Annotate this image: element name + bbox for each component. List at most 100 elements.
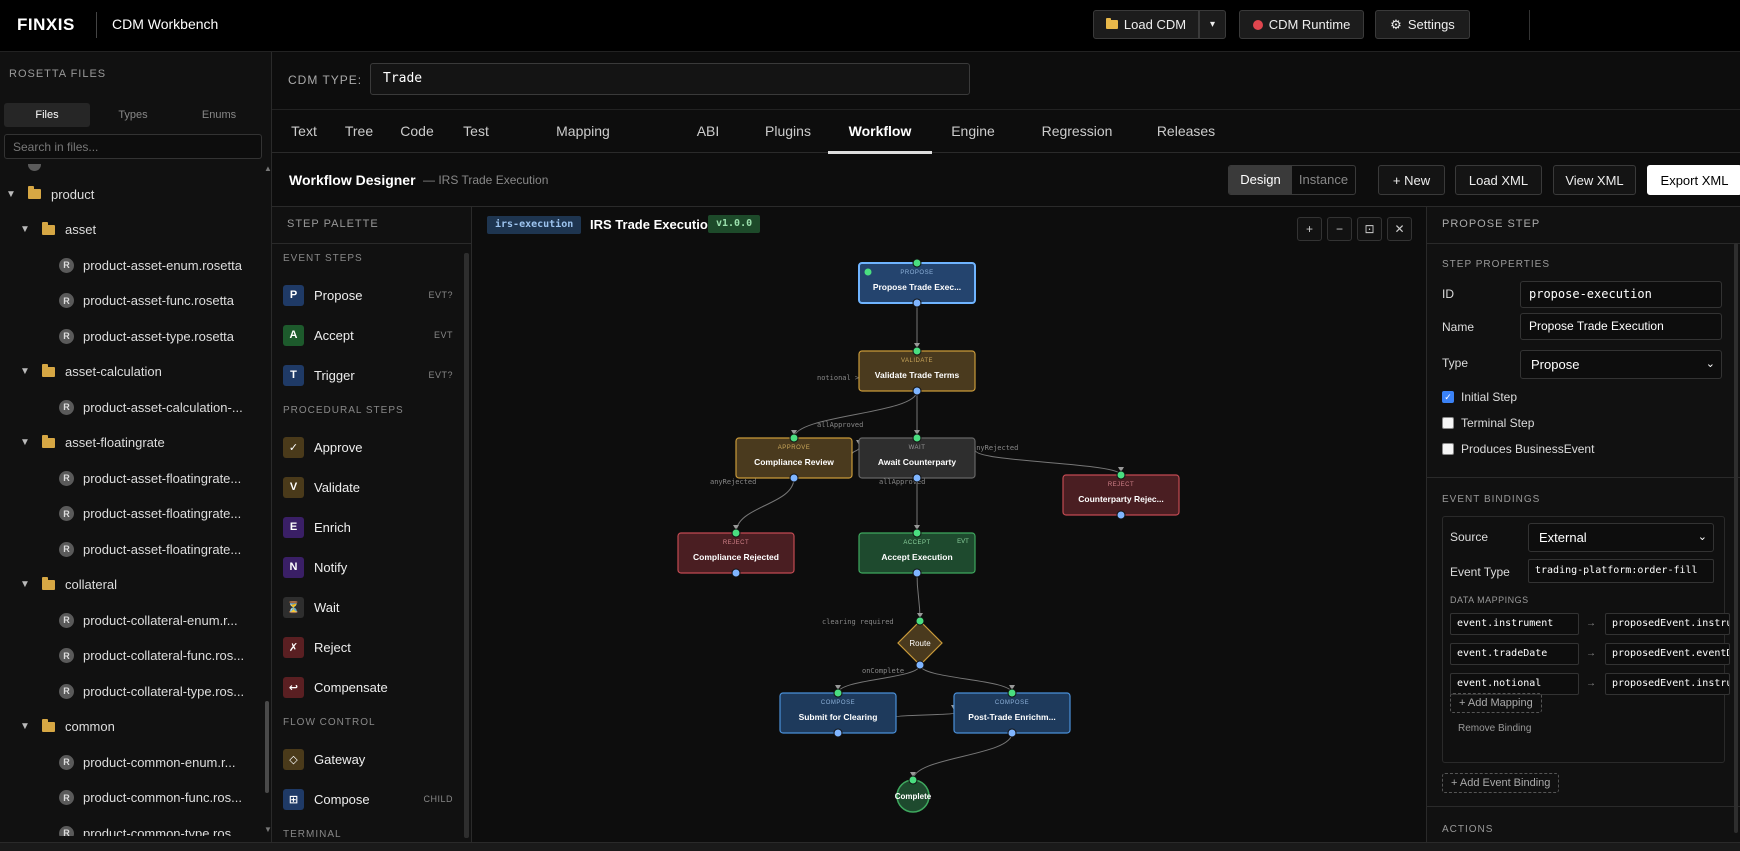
tree-file[interactable]: Rproduct-asset-func.rosetta	[59, 287, 234, 315]
terminal-step-checkbox[interactable]: Terminal Step	[1442, 415, 1534, 431]
tree-file[interactable]: Rproduct-collateral-func.ros...	[59, 642, 244, 670]
output-port[interactable]	[915, 660, 925, 670]
tree-file[interactable]: Rproduct-asset-calculation-...	[59, 393, 243, 421]
output-port[interactable]	[731, 568, 741, 578]
event-type-input[interactable]: trading-platform:order-fill	[1528, 559, 1714, 583]
workflow-canvas[interactable]: irs-execution IRS Trade Execution v1.0.0…	[472, 207, 1426, 842]
workflow-node-reject-cp[interactable]: REJECT Counterparty Rejec...	[1062, 470, 1180, 520]
workflow-node-route[interactable]: Route	[897, 616, 943, 670]
input-port[interactable]	[912, 346, 922, 356]
workflow-graph[interactable]: notional > 10000000allApprovedanyRejecte…	[472, 207, 1426, 842]
load-xml-button[interactable]: Load XML	[1455, 165, 1542, 195]
sidebar-tab-types[interactable]: Types	[90, 103, 176, 127]
workflow-node-reject-comp[interactable]: REJECT Compliance Rejected	[677, 528, 795, 578]
view-xml-button[interactable]: View XML	[1553, 165, 1636, 195]
load-cdm-dropdown-button[interactable]: ▾	[1199, 10, 1226, 39]
cdm-runtime-button[interactable]: CDM Runtime	[1239, 10, 1364, 39]
output-port[interactable]	[789, 473, 799, 483]
input-port[interactable]	[912, 258, 922, 268]
output-port[interactable]	[1116, 510, 1126, 520]
sidebar-scrollbar[interactable]: ▲ ▼	[264, 164, 272, 836]
tree-file[interactable]: Rproduct-collateral-enum.r...	[59, 606, 238, 634]
tree-folder[interactable]: ▼ asset-calculation	[20, 358, 162, 386]
tree-folder[interactable]: ▼ asset-floatingrate	[20, 429, 165, 457]
produces-event-checkbox[interactable]: Produces BusinessEvent	[1442, 441, 1594, 457]
tree-folder[interactable]: ▼ asset	[20, 216, 96, 244]
mapping-source-input[interactable]: event.tradeDate	[1450, 643, 1579, 665]
scroll-down-icon[interactable]: ▼	[264, 825, 272, 834]
cdm-type-input[interactable]: Trade	[370, 63, 970, 95]
workflow-edge[interactable]	[912, 732, 1013, 781]
remove-binding-button[interactable]: Remove Binding	[1458, 723, 1531, 734]
workflow-edge[interactable]	[974, 449, 1122, 476]
tab-engine[interactable]: Engine	[944, 110, 1002, 154]
input-port[interactable]	[915, 616, 925, 626]
input-port[interactable]	[833, 688, 843, 698]
tab-releases[interactable]: Releases	[1154, 110, 1218, 154]
input-port[interactable]	[789, 433, 799, 443]
step-name-input[interactable]: Propose Trade Execution	[1520, 313, 1722, 340]
palette-item-wait[interactable]: ⏳ Wait	[283, 591, 453, 623]
palette-item-trigger[interactable]: T Trigger EVT?	[283, 359, 453, 391]
workflow-node-validate[interactable]: VALIDATE Validate Trade Terms	[858, 346, 976, 396]
sidebar-scroll-thumb[interactable]	[265, 701, 269, 793]
palette-item-accept[interactable]: A Accept EVT	[283, 319, 453, 351]
workflow-node-accept[interactable]: ACCEPT Accept Execution EVT	[858, 528, 976, 578]
workflow-node-clearing[interactable]: COMPOSE Submit for Clearing	[779, 688, 897, 738]
inspector-scroll-thumb[interactable]	[1734, 243, 1738, 833]
palette-item-notify[interactable]: N Notify	[283, 551, 453, 583]
input-port[interactable]	[912, 433, 922, 443]
mapping-source-input[interactable]: event.instrument	[1450, 613, 1579, 635]
output-port[interactable]	[912, 568, 922, 578]
workflow-edge[interactable]	[735, 477, 795, 534]
palette-item-validate[interactable]: V Validate	[283, 471, 453, 503]
tree-file[interactable]: Rproduct-collateral-type.ros...	[59, 677, 244, 705]
tree-folder[interactable]: ▼ collateral	[20, 571, 117, 599]
step-id-input[interactable]: propose-execution	[1520, 281, 1722, 308]
tab-test[interactable]: Test	[454, 110, 498, 154]
tree-file[interactable]: Rproduct-common-func.ros...	[59, 784, 242, 812]
workflow-edge[interactable]	[895, 712, 955, 718]
tab-text[interactable]: Text	[280, 110, 328, 154]
tree-file[interactable]: Rproduct-asset-floatingrate...	[59, 500, 241, 528]
workflow-node-wait[interactable]: WAIT Await Counterparty	[858, 433, 976, 483]
workflow-edge[interactable]	[851, 447, 860, 455]
output-port[interactable]	[912, 473, 922, 483]
tree-file[interactable]: Rproduct-asset-enum.rosetta	[59, 251, 242, 279]
palette-item-gateway[interactable]: ◇ Gateway	[283, 743, 453, 775]
add-mapping-button[interactable]: + Add Mapping	[1450, 693, 1542, 713]
input-port[interactable]	[1116, 470, 1126, 480]
tree-file[interactable]: Rproduct-common-enum.r...	[59, 748, 235, 776]
palette-item-approve[interactable]: ✓ Approve	[283, 431, 453, 463]
mode-instance-button[interactable]: Instance	[1292, 166, 1355, 194]
mapping-source-input[interactable]: event.notional	[1450, 673, 1579, 695]
palette-item-reject[interactable]: ✗ Reject	[283, 631, 453, 663]
add-event-binding-button[interactable]: + Add Event Binding	[1442, 773, 1560, 793]
tab-tree[interactable]: Tree	[339, 110, 379, 154]
tree-file[interactable]: Rproduct-common-type.ros...	[59, 819, 242, 836]
workflow-node-propose[interactable]: PROPOSE Propose Trade Exec...	[858, 258, 976, 308]
step-type-select[interactable]: Propose ⌄	[1520, 350, 1722, 379]
workflow-node-approve[interactable]: APPROVE Compliance Review	[735, 433, 853, 483]
tree-file[interactable]: Rproduct-asset-type.rosetta	[59, 322, 234, 350]
tab-code[interactable]: Code	[392, 110, 442, 154]
workflow-node-complete[interactable]: Complete	[895, 775, 932, 813]
new-workflow-button[interactable]: + New	[1378, 165, 1445, 195]
load-cdm-button[interactable]: Load CDM	[1093, 10, 1199, 39]
source-select[interactable]: External ⌄	[1528, 523, 1714, 552]
inspector-scrollbar[interactable]	[1734, 243, 1739, 838]
sidebar-tab-files[interactable]: Files	[4, 103, 90, 127]
mapping-target-input[interactable]: proposedEvent.eventDa	[1605, 643, 1730, 665]
tree-folder[interactable]: ▼ common	[20, 713, 115, 741]
mode-design-button[interactable]: Design	[1229, 166, 1292, 194]
palette-item-propose[interactable]: P Propose EVT?	[283, 279, 453, 311]
palette-item-enrich[interactable]: E Enrich	[283, 511, 453, 543]
output-port[interactable]	[912, 298, 922, 308]
initial-step-checkbox[interactable]: ✓ Initial Step	[1442, 389, 1517, 405]
tree-file[interactable]: Rproduct-asset-floatingrate...	[59, 464, 241, 492]
palette-item-compensate[interactable]: ↩ Compensate	[283, 671, 453, 703]
workflow-edge[interactable]	[919, 664, 1013, 694]
file-search-input[interactable]	[4, 134, 262, 159]
palette-item-compose[interactable]: ⊞ Compose CHILD	[283, 783, 453, 815]
output-port[interactable]	[833, 728, 843, 738]
